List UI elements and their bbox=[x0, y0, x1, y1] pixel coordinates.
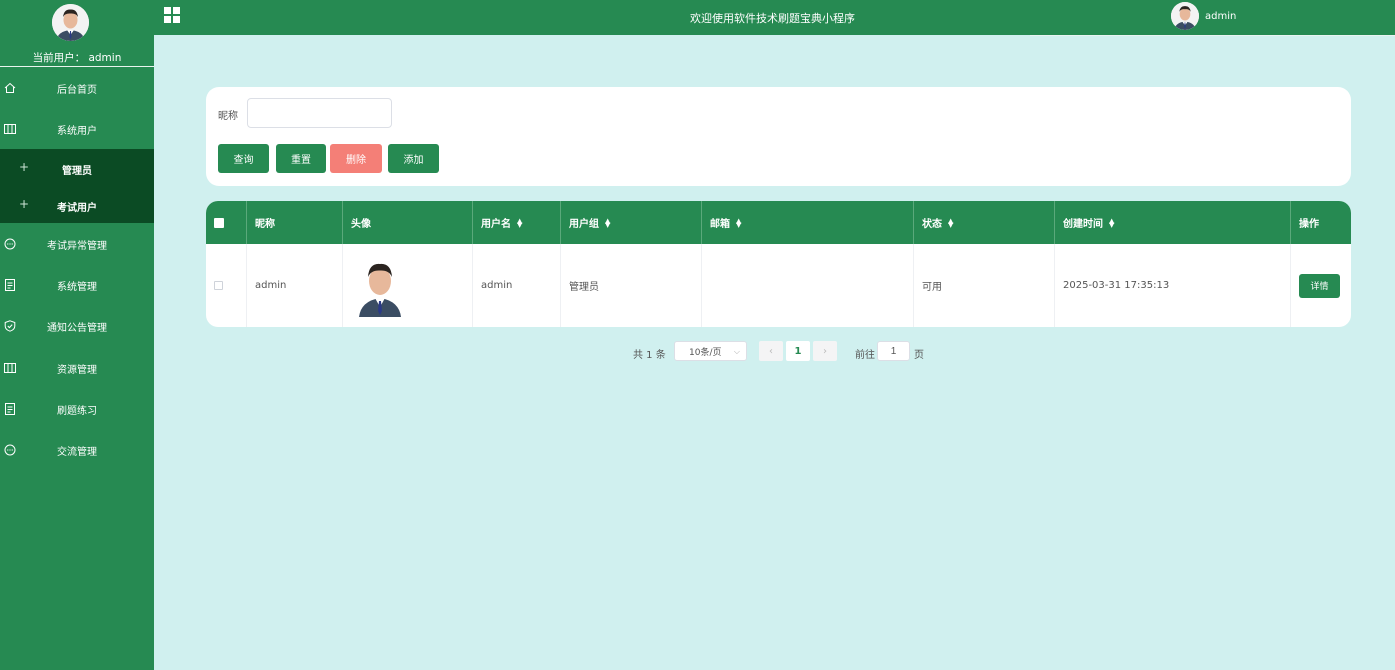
table-header: 昵称 头像 用户名 ▲ ▼ 用户组 ▲ ▼ 邮箱 ▲ ▼ 状态 ▲ ▼ 创建时间 ▲ ▼ 操作 bbox=[206, 201, 1351, 244]
sort-icon[interactable]: ▲ ▼ bbox=[605, 217, 610, 228]
column-header-actions: 操作 bbox=[1299, 219, 1319, 230]
sidebar-item-label: 通知公告管理 bbox=[47, 322, 107, 334]
sidebar-item-label: 系统用户 bbox=[57, 125, 97, 137]
column-header-status[interactable]: 状态 ▲ ▼ bbox=[914, 201, 1055, 244]
column-header-group[interactable]: 用户组 ▲ ▼ bbox=[561, 201, 702, 244]
row-select-cell bbox=[206, 244, 247, 327]
cell-avatar bbox=[343, 244, 473, 327]
sidebar-item-label: 交流管理 bbox=[57, 446, 97, 458]
sidebar-subitem-label: 管理员 bbox=[62, 166, 92, 177]
pagination: 共 1 条 10条/页 ⌵ ‹ 1 › 前往 页 bbox=[0, 341, 1395, 361]
sidebar-submenu: + 管理员 + 考试用户 bbox=[0, 149, 154, 223]
sort-icon[interactable]: ▲ ▼ bbox=[517, 217, 522, 228]
sidebar-item-communication[interactable]: 交流管理 bbox=[0, 430, 154, 470]
current-user-label: 当前用户： admin bbox=[32, 52, 122, 64]
nickname-search-input[interactable] bbox=[247, 98, 392, 128]
detail-button[interactable]: 详情 bbox=[1299, 273, 1340, 298]
chevron-right-icon: › bbox=[823, 345, 827, 357]
sidebar-item-home[interactable]: 后台首页 bbox=[0, 68, 154, 108]
sidebar-subitem-admins[interactable]: + 管理员 bbox=[0, 149, 154, 186]
column-header-nickname: 昵称 bbox=[247, 201, 343, 244]
cell-group: 管理员 bbox=[561, 244, 702, 327]
cell-created: 2025-03-31 17:35:13 bbox=[1055, 244, 1291, 327]
avatar bbox=[357, 254, 403, 317]
sidebar-item-practice[interactable]: 刷题练习 bbox=[0, 389, 154, 429]
avatar[interactable] bbox=[52, 4, 89, 41]
page-suffix: 页 bbox=[914, 350, 924, 361]
sidebar-item-label: 刷题练习 bbox=[57, 405, 97, 417]
column-header-username[interactable]: 用户名 ▲ ▼ bbox=[473, 201, 561, 244]
row-checkbox[interactable] bbox=[214, 281, 223, 290]
cell-email bbox=[702, 244, 914, 327]
cell-status: 可用 bbox=[914, 244, 1055, 327]
nickname-label: 昵称 bbox=[218, 111, 238, 122]
goto-page-input[interactable] bbox=[877, 341, 910, 361]
cell-nickname: admin bbox=[247, 244, 343, 327]
sidebar-item-label: 资源管理 bbox=[57, 364, 97, 376]
select-all-cell bbox=[206, 201, 247, 244]
sidebar-item-label: 系统管理 bbox=[57, 281, 97, 293]
sidebar-item-system-users[interactable]: 系统用户 bbox=[0, 109, 154, 149]
add-button[interactable]: 添加 bbox=[388, 144, 439, 173]
chevron-left-icon: ‹ bbox=[769, 345, 773, 357]
reset-button[interactable]: 重置 bbox=[276, 144, 326, 173]
column-header-email[interactable]: 邮箱 ▲ ▼ bbox=[702, 201, 914, 244]
sidebar-item-label: 后台首页 bbox=[57, 84, 97, 96]
prev-page-button[interactable]: ‹ bbox=[759, 341, 783, 361]
sidebar: 当前用户： admin 后台首页 系统用户 + 管理员 + 考试用户 考试异常管… bbox=[0, 0, 154, 670]
cell-username: admin bbox=[473, 244, 561, 327]
search-panel: 昵称 查询 重置 删除 添加 bbox=[206, 87, 1351, 186]
topbar: 欢迎使用软件技术刷题宝典小程序 admin bbox=[154, 0, 1395, 35]
page-size-select[interactable]: 10条/页 ⌵ bbox=[674, 341, 747, 361]
sidebar-item-label: 考试异常管理 bbox=[47, 240, 107, 252]
sidebar-header: 当前用户： admin bbox=[0, 0, 154, 67]
user-avatar[interactable] bbox=[1171, 2, 1199, 30]
column-header-created[interactable]: 创建时间 ▲ ▼ bbox=[1055, 201, 1291, 244]
page-number-current[interactable]: 1 bbox=[786, 341, 810, 361]
select-all-checkbox[interactable] bbox=[214, 217, 224, 228]
sidebar-subitem-exam-users[interactable]: + 考试用户 bbox=[0, 186, 154, 223]
sort-icon[interactable]: ▲ ▼ bbox=[948, 217, 953, 228]
top-username[interactable]: admin bbox=[1205, 11, 1236, 22]
goto-label: 前往 bbox=[855, 350, 875, 361]
delete-button[interactable]: 删除 bbox=[330, 144, 382, 173]
chevron-down-icon: ⌵ bbox=[733, 347, 740, 356]
cell-actions: 详情 bbox=[1291, 244, 1351, 327]
sort-icon[interactable]: ▲ ▼ bbox=[1109, 217, 1114, 228]
sidebar-subitem-label: 考试用户 bbox=[57, 203, 97, 214]
app-title: 欢迎使用软件技术刷题宝典小程序 bbox=[690, 12, 855, 25]
query-button[interactable]: 查询 bbox=[218, 144, 269, 173]
grid-menu-icon[interactable] bbox=[164, 7, 180, 23]
next-page-button[interactable]: › bbox=[813, 341, 837, 361]
sort-icon[interactable]: ▲ ▼ bbox=[736, 217, 741, 228]
pagination-total: 共 1 条 bbox=[633, 350, 666, 361]
column-header-avatar: 头像 bbox=[343, 201, 473, 244]
sidebar-item-notices[interactable]: 通知公告管理 bbox=[0, 306, 154, 346]
page-size-value: 10条/页 bbox=[689, 347, 722, 358]
users-table: 昵称 头像 用户名 ▲ ▼ 用户组 ▲ ▼ 邮箱 ▲ ▼ 状态 ▲ ▼ 创建时间 ▲ ▼ 操作 ad… bbox=[206, 201, 1351, 327]
sidebar-item-exam-exceptions[interactable]: 考试异常管理 bbox=[0, 224, 154, 264]
table-row: admin admin 管理员 可用 2025-03-31 17:35:13 详… bbox=[206, 244, 1351, 327]
sidebar-item-system-manage[interactable]: 系统管理 bbox=[0, 265, 154, 305]
divider bbox=[1030, 35, 1395, 36]
